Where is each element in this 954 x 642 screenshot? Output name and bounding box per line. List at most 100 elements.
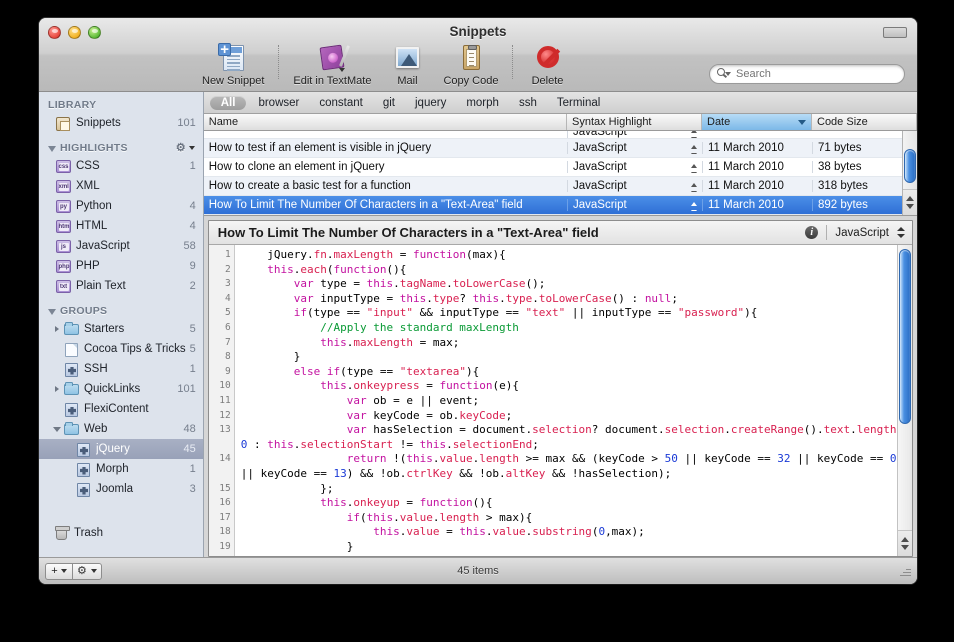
- highlights-action-menu[interactable]: ⚙: [175, 141, 195, 154]
- action-menu-button[interactable]: ⚙: [72, 562, 102, 580]
- sidebar-item-css[interactable]: css CSS 1: [39, 156, 203, 176]
- sidebar-item-python[interactable]: py Python 4: [39, 196, 203, 216]
- list-scrollbar-thumb[interactable]: [904, 149, 916, 183]
- disclosure-triangle-icon[interactable]: [51, 323, 63, 335]
- list-column-headers: Name Syntax Highlight Date Code Size: [203, 114, 917, 131]
- folder-icon: [63, 321, 80, 337]
- editor-title: How To Limit The Number Of Characters in…: [217, 225, 599, 240]
- info-icon[interactable]: i: [805, 226, 819, 239]
- sidebar-item-morph[interactable]: Morph 1: [39, 459, 203, 479]
- list-scrollbar[interactable]: [902, 131, 917, 215]
- stepper-icon[interactable]: [691, 131, 698, 138]
- table-row[interactable]: How to test if an element is visible in …: [203, 139, 917, 158]
- disclosure-triangle-icon[interactable]: [51, 383, 63, 395]
- sidebar-section-highlights[interactable]: HIGHLIGHTS ⚙: [39, 139, 203, 156]
- column-header-code-size[interactable]: Code Size: [812, 114, 917, 130]
- table-row[interactable]: How to create a basic test for a functio…: [203, 177, 917, 196]
- scroll-up-icon[interactable]: [906, 196, 914, 201]
- code-scroll-arrows[interactable]: [898, 530, 912, 556]
- disclosure-triangle-icon[interactable]: [48, 146, 56, 152]
- stepper-icon[interactable]: [691, 202, 698, 211]
- mail-icon: [392, 43, 422, 73]
- column-header-date[interactable]: Date: [702, 114, 812, 130]
- tag-browser[interactable]: browser: [248, 97, 309, 109]
- sidebar-item-snippets[interactable]: Snippets 101: [39, 113, 203, 133]
- new-snippet-button[interactable]: + New Snippet: [194, 42, 272, 87]
- trash-icon: [53, 525, 70, 541]
- tag-terminal[interactable]: Terminal: [547, 97, 610, 109]
- tag-filter-bar: All browser constant git jquery morph ss…: [203, 92, 917, 114]
- sidebar-item-javascript[interactable]: js JavaScript 58: [39, 236, 203, 256]
- column-header-syntax-highlight[interactable]: Syntax Highlight: [567, 114, 702, 130]
- search-input[interactable]: [709, 64, 905, 84]
- script-icon: [75, 462, 92, 477]
- script-icon: [75, 442, 92, 457]
- sidebar-item-cocoa-tips-tricks[interactable]: Cocoa Tips & Tricks 5: [39, 339, 203, 359]
- sidebar-item-php[interactable]: php PHP 9: [39, 256, 203, 276]
- tag-morph[interactable]: morph: [456, 97, 509, 109]
- toolbar-toggle-button[interactable]: [883, 27, 907, 38]
- sidebar-item-html[interactable]: htm HTML 4: [39, 216, 203, 236]
- tag-all[interactable]: All: [209, 95, 247, 110]
- table-row[interactable]: How To Limit The Number Of Characters in…: [203, 196, 917, 215]
- javascript-folder-icon: js: [55, 239, 72, 254]
- editor-box: How To Limit The Number Of Characters in…: [207, 220, 913, 557]
- tag-ssh[interactable]: ssh: [509, 97, 547, 109]
- delete-button[interactable]: Delete: [519, 43, 575, 87]
- language-popup-icon[interactable]: [897, 225, 906, 240]
- search-box[interactable]: [709, 64, 905, 84]
- clipboard-icon: [456, 43, 486, 73]
- disclosure-triangle-icon[interactable]: [48, 309, 56, 315]
- sidebar-item-quicklinks[interactable]: QuickLinks 101: [39, 379, 203, 399]
- sidebar-item-starters[interactable]: Starters 5: [39, 319, 203, 339]
- textmate-icon: [317, 43, 351, 73]
- document-icon: [63, 342, 80, 357]
- sidebar-item-plain-text[interactable]: txt Plain Text 2: [39, 276, 203, 296]
- gear-icon: ⚙: [175, 141, 186, 154]
- disclosure-triangle-icon[interactable]: [51, 423, 63, 435]
- scroll-down-icon[interactable]: [901, 545, 909, 550]
- sidebar-item-trash[interactable]: Trash: [39, 523, 203, 543]
- python-folder-icon: py: [55, 199, 72, 214]
- delete-icon: [532, 43, 562, 73]
- tag-git[interactable]: git: [373, 97, 405, 109]
- sidebar-item-joomla[interactable]: Joomla 3: [39, 479, 203, 499]
- scroll-up-icon[interactable]: [901, 537, 909, 542]
- code-text[interactable]: jQuery.fn.maxLength = function(max){ thi…: [235, 245, 912, 556]
- toolbar-divider: [512, 45, 514, 79]
- stepper-icon[interactable]: [691, 145, 698, 154]
- code-scrollbar-thumb[interactable]: [899, 249, 911, 424]
- script-icon: [63, 402, 80, 417]
- scroll-down-icon[interactable]: [906, 204, 914, 209]
- table-row[interactable]: JavaScript: [203, 131, 917, 139]
- mail-button[interactable]: Mail: [379, 43, 435, 87]
- column-header-name[interactable]: Name: [204, 114, 567, 130]
- sort-descending-icon: [798, 120, 806, 125]
- code-editor[interactable]: 1 2 3 4 5 6 7 8 9 10 11 12 13 14 15 16 1…: [208, 245, 912, 556]
- code-scrollbar[interactable]: [897, 245, 912, 556]
- chevron-down-icon: [188, 146, 195, 150]
- copy-code-button[interactable]: Copy Code: [435, 43, 506, 87]
- stepper-icon[interactable]: [691, 183, 698, 192]
- sidebar-section-groups[interactable]: GROUPS: [39, 302, 203, 319]
- divider: [826, 225, 828, 240]
- stepper-icon[interactable]: [691, 164, 698, 173]
- sidebar-item-web[interactable]: Web 48: [39, 419, 203, 439]
- resize-grip[interactable]: [898, 565, 911, 578]
- plaintext-folder-icon: txt: [55, 279, 72, 294]
- add-button[interactable]: +: [45, 562, 73, 580]
- sidebar-item-xml[interactable]: xml XML: [39, 176, 203, 196]
- toolbar-items: + New Snippet Edit in TextMate Mail Copy…: [194, 42, 575, 87]
- snippet-list: Name Syntax Highlight Date Code Size Jav…: [203, 114, 917, 216]
- edit-in-textmate-button[interactable]: Edit in TextMate: [285, 43, 379, 87]
- sidebar-item-ssh[interactable]: SSH 1: [39, 359, 203, 379]
- php-folder-icon: php: [55, 259, 72, 274]
- sidebar-item-jquery[interactable]: jQuery 45: [39, 439, 203, 459]
- window-toolbar: Snippets + New Snippet Edit in TextMate: [39, 18, 917, 92]
- list-scroll-arrows[interactable]: [903, 189, 917, 215]
- language-selector-label[interactable]: JavaScript: [835, 227, 889, 239]
- tag-jquery[interactable]: jquery: [405, 97, 456, 109]
- table-row[interactable]: How to clone an element in jQuery JavaSc…: [203, 158, 917, 177]
- tag-constant[interactable]: constant: [309, 97, 372, 109]
- sidebar-item-flexicontent[interactable]: FlexiContent: [39, 399, 203, 419]
